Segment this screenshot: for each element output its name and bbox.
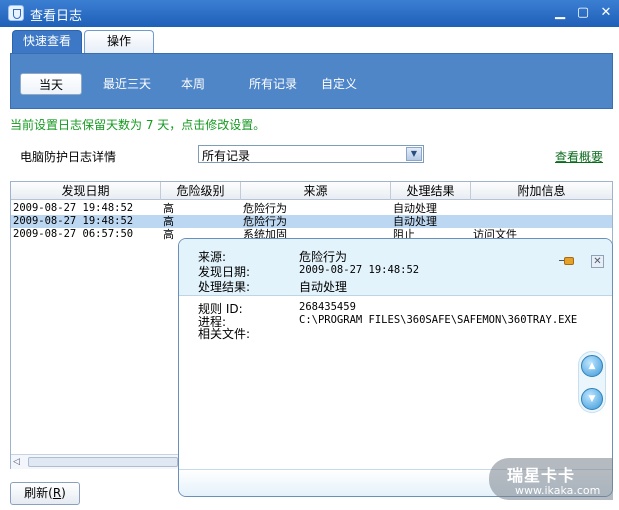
cell-result: 自动处理 [393,215,437,228]
maximize-button[interactable]: ▢ [574,4,592,22]
cell-date: 2009-08-27 19:48:52 [13,202,134,214]
table-header: 发现日期 危险级别 来源 处理结果 附加信息 [11,182,612,200]
popup-process-value: C:\PROGRAM FILES\360SAFE\SAFEMON\360TRAY… [299,314,578,326]
watermark: 瑞星卡卡 www.ikaka.com [489,458,613,500]
tab-quick-view[interactable]: 快速查看 [12,30,82,53]
cell-date: 2009-08-27 06:57:50 [13,228,134,240]
retention-notice-link[interactable]: 当前设置日志保留天数为 7 天，点击修改设置。 [10,116,265,133]
minimize-button[interactable]: ▁ [551,4,569,22]
horizontal-scrollbar[interactable]: ◁ [11,454,181,469]
watermark-url: www.ikaka.com [515,484,601,497]
cell-level: 高 [163,215,174,228]
column-header-date[interactable]: 发现日期 [11,182,161,200]
log-detail-label: 电脑防护日志详情 [20,150,117,164]
filter-custom[interactable]: 自定义 [311,73,367,95]
filter-bar: 当天 最近三天 本周 所有记录 自定义 [10,53,613,109]
tab-operations[interactable]: 操作 [84,30,154,53]
pin-icon[interactable] [559,256,575,266]
filter-all-records[interactable]: 所有记录 [231,73,315,95]
window-title: 查看日志 [30,9,83,24]
popup-date-value: 2009-08-27 19:48:52 [299,264,420,276]
shield-icon [8,5,24,21]
title-bar: 查看日志 ▁ ▢ ✕ [0,0,619,27]
popup-result-value: 自动处理 [299,280,348,294]
filter-this-week[interactable]: 本周 [171,73,215,95]
popup-rule-value: 268435459 [299,301,356,313]
cell-result: 自动处理 [393,202,437,215]
refresh-button[interactable]: 刷新(R) [10,482,80,505]
refresh-label-suffix: ) [61,486,66,500]
cell-level: 高 [163,228,174,241]
log-type-select[interactable]: 所有记录 ▼ [198,145,424,163]
cell-date: 2009-08-27 19:48:52 [13,215,134,227]
filter-today[interactable]: 当天 [20,73,82,95]
scroll-down-button[interactable]: ▼ [581,388,603,410]
chevron-down-icon[interactable]: ▼ [406,147,422,161]
refresh-hotkey: R [52,486,62,500]
tab-strip: 快速查看 操作 [0,27,619,53]
scroll-up-button[interactable]: ▲ [581,355,603,377]
filter-last-three-days[interactable]: 最近三天 [93,73,161,95]
popup-source-value: 危险行为 [299,250,348,264]
watermark-name: 瑞星卡卡 [507,466,576,485]
cell-level: 高 [163,202,174,215]
column-header-result[interactable]: 处理结果 [391,182,471,200]
scroll-left-icon[interactable]: ◁ [13,457,20,467]
view-summary-link[interactable]: 查看概要 [555,148,603,165]
table-row-selected[interactable]: 2009-08-27 19:48:52 高 危险行为 自动处理 [11,215,612,228]
column-header-source[interactable]: 来源 [241,182,391,200]
popup-result-label: 处理结果: [198,280,251,294]
scroll-thumb[interactable] [28,457,178,467]
popup-close-button[interactable]: ✕ [591,255,604,268]
popup-header: 来源: 危险行为 发现日期: 2009-08-27 19:48:52 处理结果:… [179,239,612,296]
popup-file-label: 相关文件: [198,327,251,341]
column-header-extra[interactable]: 附加信息 [471,182,612,200]
column-header-level[interactable]: 危险级别 [161,182,241,200]
table-row[interactable]: 2009-08-27 19:48:52 高 危险行为 自动处理 [11,202,612,215]
refresh-label: 刷新( [24,486,53,500]
cell-source: 危险行为 [243,202,287,215]
log-type-value: 所有记录 [202,149,251,163]
close-button[interactable]: ✕ [597,4,615,22]
cell-source: 危险行为 [243,215,287,228]
